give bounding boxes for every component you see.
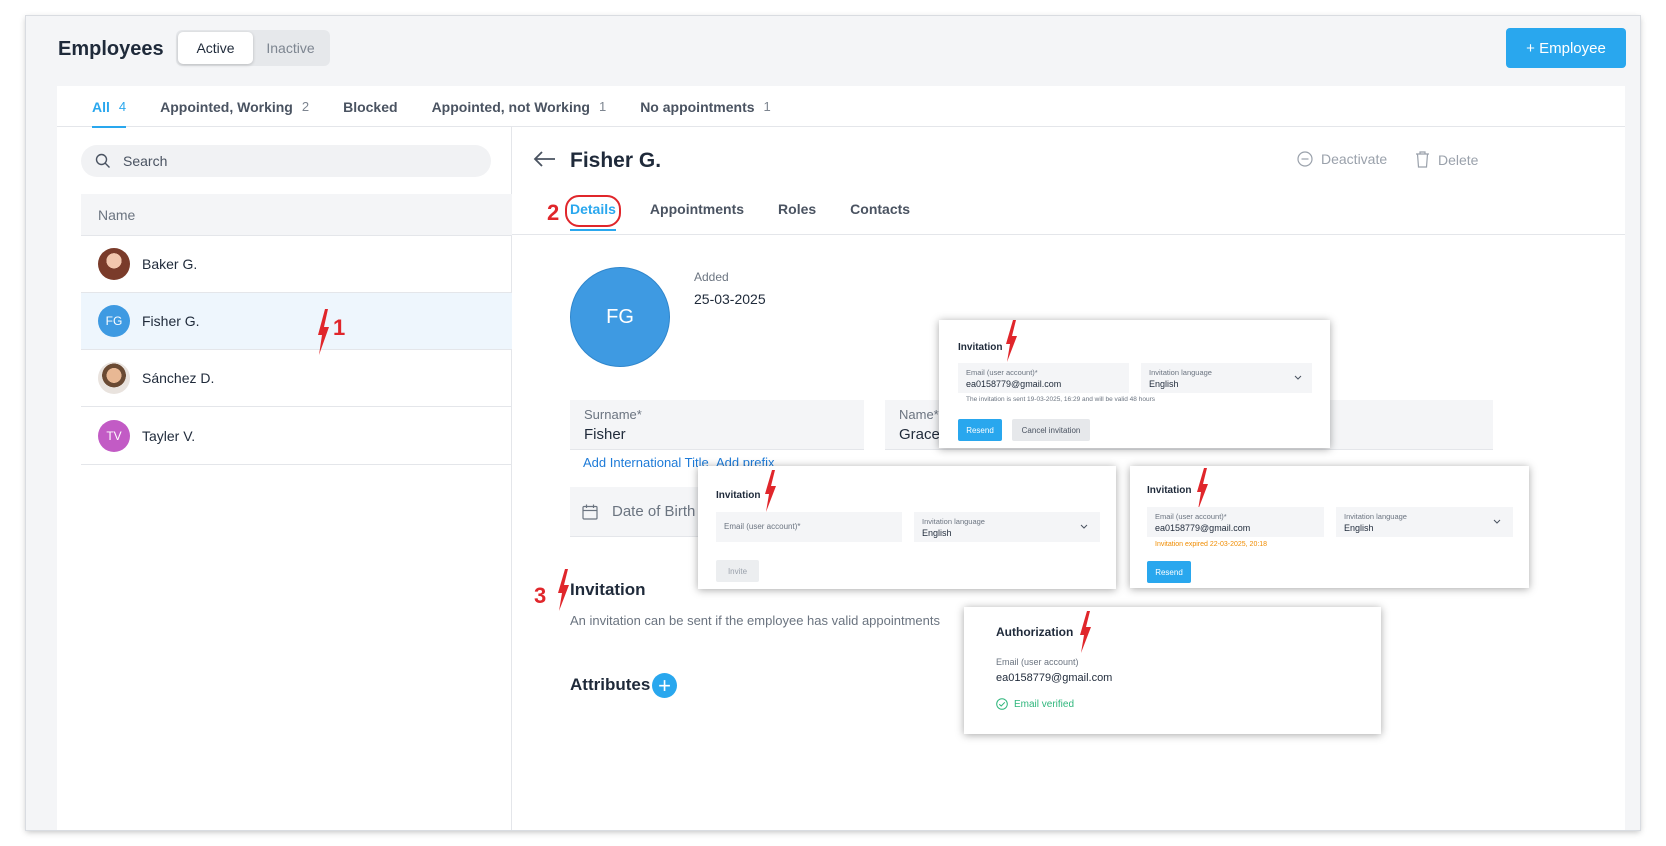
segment-inactive[interactable]: Inactive — [253, 32, 328, 64]
avatar — [98, 248, 130, 280]
email-verified-status: Email verified — [996, 698, 1074, 710]
invitation-description: An invitation can be sent if the employe… — [570, 613, 941, 628]
authorization-popup: Authorization Email (user account) ea015… — [964, 607, 1381, 734]
add-employee-button[interactable]: + Employee — [1506, 28, 1626, 68]
attributes-section-title: Attributes — [570, 675, 651, 694]
annotation-arrow-icon — [765, 470, 776, 512]
detail-tabs: Details Appointments Roles Contacts — [570, 201, 944, 231]
email-field[interactable]: Email (user account)* — [716, 512, 902, 542]
annotation-arrow-icon — [1006, 320, 1017, 362]
delete-button[interactable]: Delete — [1415, 151, 1478, 168]
tab-blocked[interactable]: Blocked — [343, 86, 397, 127]
invitation-language-select[interactable]: Invitation language English — [1141, 363, 1312, 393]
divider — [512, 234, 1625, 235]
invitation-sent-note: The invitation is sent 19-03-2025, 16:29… — [966, 396, 1155, 403]
add-attribute-button[interactable]: + — [652, 673, 677, 698]
search-input[interactable]: Search — [81, 145, 491, 177]
employee-avatar: FG — [570, 267, 670, 367]
popup-title: Invitation — [1147, 485, 1192, 496]
search-icon — [95, 153, 110, 168]
email-field[interactable]: Email (user account)* ea0158779@gmail.co… — [958, 363, 1129, 393]
cancel-invitation-button[interactable]: Cancel invitation — [1012, 419, 1090, 441]
avatar — [98, 362, 130, 394]
status-segmented-control: Active Inactive — [176, 30, 330, 66]
popup-title: Authorization — [996, 625, 1074, 639]
tab-appointments[interactable]: Appointments — [650, 201, 744, 231]
avatar: FG — [98, 305, 130, 337]
column-header-name[interactable]: Name — [81, 194, 512, 236]
invitation-expired-popup: Invitation Email (user account)* ea01587… — [1130, 466, 1529, 588]
added-value: 25-03-2025 — [694, 291, 766, 307]
calendar-icon — [582, 504, 598, 520]
tab-no-appointments[interactable]: No appointments 1 — [640, 86, 771, 127]
invitation-expired-note: Invitation expired 22-03-2025, 20:18 — [1155, 541, 1268, 548]
email-value: ea0158779@gmail.com — [996, 672, 1113, 684]
plus-icon: + — [658, 672, 671, 698]
email-field[interactable]: Email (user account)* ea0158779@gmail.co… — [1147, 507, 1324, 537]
annotation-arrow-icon — [1080, 611, 1091, 653]
back-arrow-icon[interactable] — [532, 149, 556, 169]
annotation-number: 3 — [534, 583, 547, 608]
tab-roles[interactable]: Roles — [778, 201, 816, 231]
chevron-down-icon — [1080, 524, 1088, 529]
annotation-number: 2 — [547, 200, 560, 225]
annotation-arrow-icon — [1197, 468, 1208, 510]
added-label: Added — [694, 270, 729, 284]
employees-card: All 4 Appointed, Working 2 Blocked Appoint… — [57, 86, 1625, 830]
employee-name: Tayler V. — [142, 428, 196, 444]
employee-title: Fisher G. — [570, 149, 662, 172]
chevron-down-icon — [1294, 375, 1302, 380]
page-title: Employees — [58, 38, 164, 60]
list-item[interactable]: Sánchez D. — [81, 350, 512, 407]
surname-field[interactable]: Surname* Fisher — [570, 400, 864, 450]
list-item[interactable]: Baker G. — [81, 236, 512, 293]
employee-list-panel: Search Name Baker G. FG Fisher G. Sánche… — [57, 127, 512, 830]
employee-name: Baker G. — [142, 256, 198, 272]
tab-contacts[interactable]: Contacts — [850, 201, 910, 231]
annotation-highlight-ring — [565, 195, 621, 227]
employee-name: Fisher G. — [142, 313, 200, 329]
minus-circle-icon — [1297, 151, 1313, 167]
segment-active[interactable]: Active — [178, 32, 253, 64]
resend-button[interactable]: Resend — [958, 419, 1002, 441]
invitation-language-select[interactable]: Invitation language English — [1336, 507, 1513, 537]
popup-title: Invitation — [716, 490, 761, 501]
invitation-language-select[interactable]: Invitation language English — [914, 512, 1100, 542]
add-international-title-link[interactable]: Add International Title — [583, 455, 709, 470]
chevron-down-icon — [1493, 519, 1501, 524]
trash-icon — [1416, 151, 1429, 168]
email-label: Email (user account) — [996, 657, 1079, 667]
popup-title: Invitation — [958, 342, 1003, 353]
invite-button[interactable]: Invite — [716, 560, 759, 582]
tab-appointed-not-working[interactable]: Appointed, not Working 1 — [432, 86, 607, 127]
invitation-empty-popup: Invitation Email (user account)* Invitat… — [698, 466, 1116, 589]
filter-tabs: All 4 Appointed, Working 2 Blocked Appoint… — [57, 86, 1625, 128]
annotation-arrow-icon — [318, 309, 329, 355]
check-circle-icon — [996, 698, 1008, 710]
invitation-section-title: Invitation — [570, 580, 646, 599]
deactivate-button[interactable]: Deactivate — [1297, 151, 1387, 167]
list-item[interactable]: FG Fisher G. — [81, 293, 512, 350]
list-item[interactable]: TV Tayler V. — [81, 408, 512, 465]
tab-appointed-working[interactable]: Appointed, Working 2 — [160, 86, 309, 127]
resend-button[interactable]: Resend — [1147, 561, 1191, 583]
invitation-sent-popup: Invitation Email (user account)* ea01587… — [939, 320, 1330, 448]
app-window: Employees Active Inactive + Employee All… — [26, 16, 1640, 830]
annotation-number: 1 — [333, 315, 346, 340]
search-placeholder: Search — [123, 153, 168, 169]
employee-name: Sánchez D. — [142, 370, 215, 386]
avatar: TV — [98, 420, 130, 452]
tab-all[interactable]: All 4 — [92, 86, 127, 128]
